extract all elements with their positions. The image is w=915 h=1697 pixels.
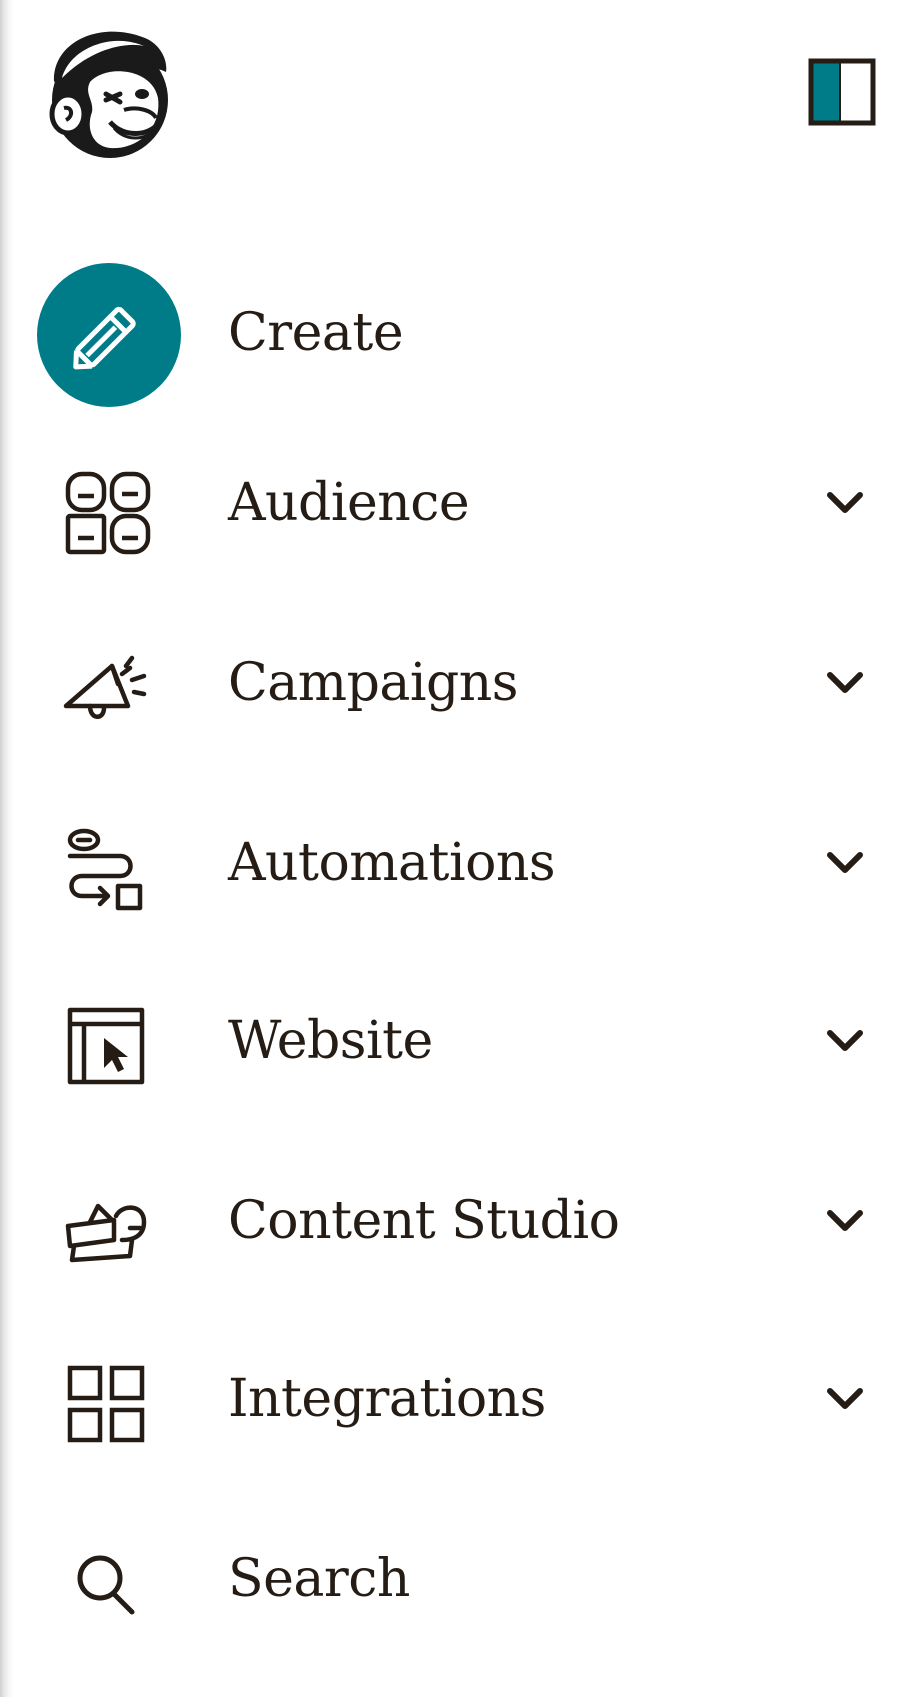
- chevron-down-icon[interactable]: [822, 1376, 868, 1422]
- nav-label-search: Search: [228, 1549, 410, 1609]
- sidebar-collapse-button[interactable]: [808, 58, 876, 126]
- nav-label-audience: Audience: [228, 473, 470, 533]
- nav-label-content-studio: Content Studio: [228, 1191, 620, 1251]
- nav-item-campaigns[interactable]: Campaigns: [0, 608, 915, 758]
- nav-item-automations[interactable]: Automations: [0, 788, 915, 938]
- nav-label-campaigns: Campaigns: [228, 653, 518, 713]
- search-icon: [77, 1555, 135, 1615]
- side-navigation: Create Audience Campaigns Automations We…: [0, 0, 915, 1697]
- pencil-icon: [73, 306, 136, 370]
- chevron-down-icon[interactable]: [822, 660, 868, 706]
- nav-label-website: Website: [228, 1011, 433, 1071]
- nav-item-content-studio[interactable]: Content Studio: [0, 1146, 915, 1296]
- chevron-down-icon[interactable]: [822, 480, 868, 526]
- nav-label-automations: Automations: [228, 833, 556, 893]
- nav-item-create[interactable]: Create: [0, 258, 915, 408]
- megaphone-icon: [63, 655, 147, 719]
- nav-item-audience[interactable]: Audience: [0, 428, 915, 578]
- website-cursor-icon: [67, 1007, 145, 1085]
- grid-icon: [67, 1365, 145, 1443]
- sidebar-collapse-icon: [808, 58, 876, 126]
- chevron-down-icon[interactable]: [822, 1018, 868, 1064]
- nav-item-integrations[interactable]: Integrations: [0, 1324, 915, 1474]
- mailchimp-logo-icon[interactable]: [40, 20, 180, 160]
- content-studio-icon: [65, 1203, 147, 1263]
- nav-item-search[interactable]: Search: [0, 1504, 915, 1654]
- nav-item-website[interactable]: Website: [0, 966, 915, 1116]
- nav-label-create: Create: [228, 303, 404, 363]
- chevron-down-icon[interactable]: [822, 840, 868, 886]
- audience-icon: [65, 471, 151, 555]
- chevron-down-icon[interactable]: [822, 1198, 868, 1244]
- automation-flow-icon: [67, 828, 143, 911]
- nav-label-integrations: Integrations: [228, 1369, 546, 1429]
